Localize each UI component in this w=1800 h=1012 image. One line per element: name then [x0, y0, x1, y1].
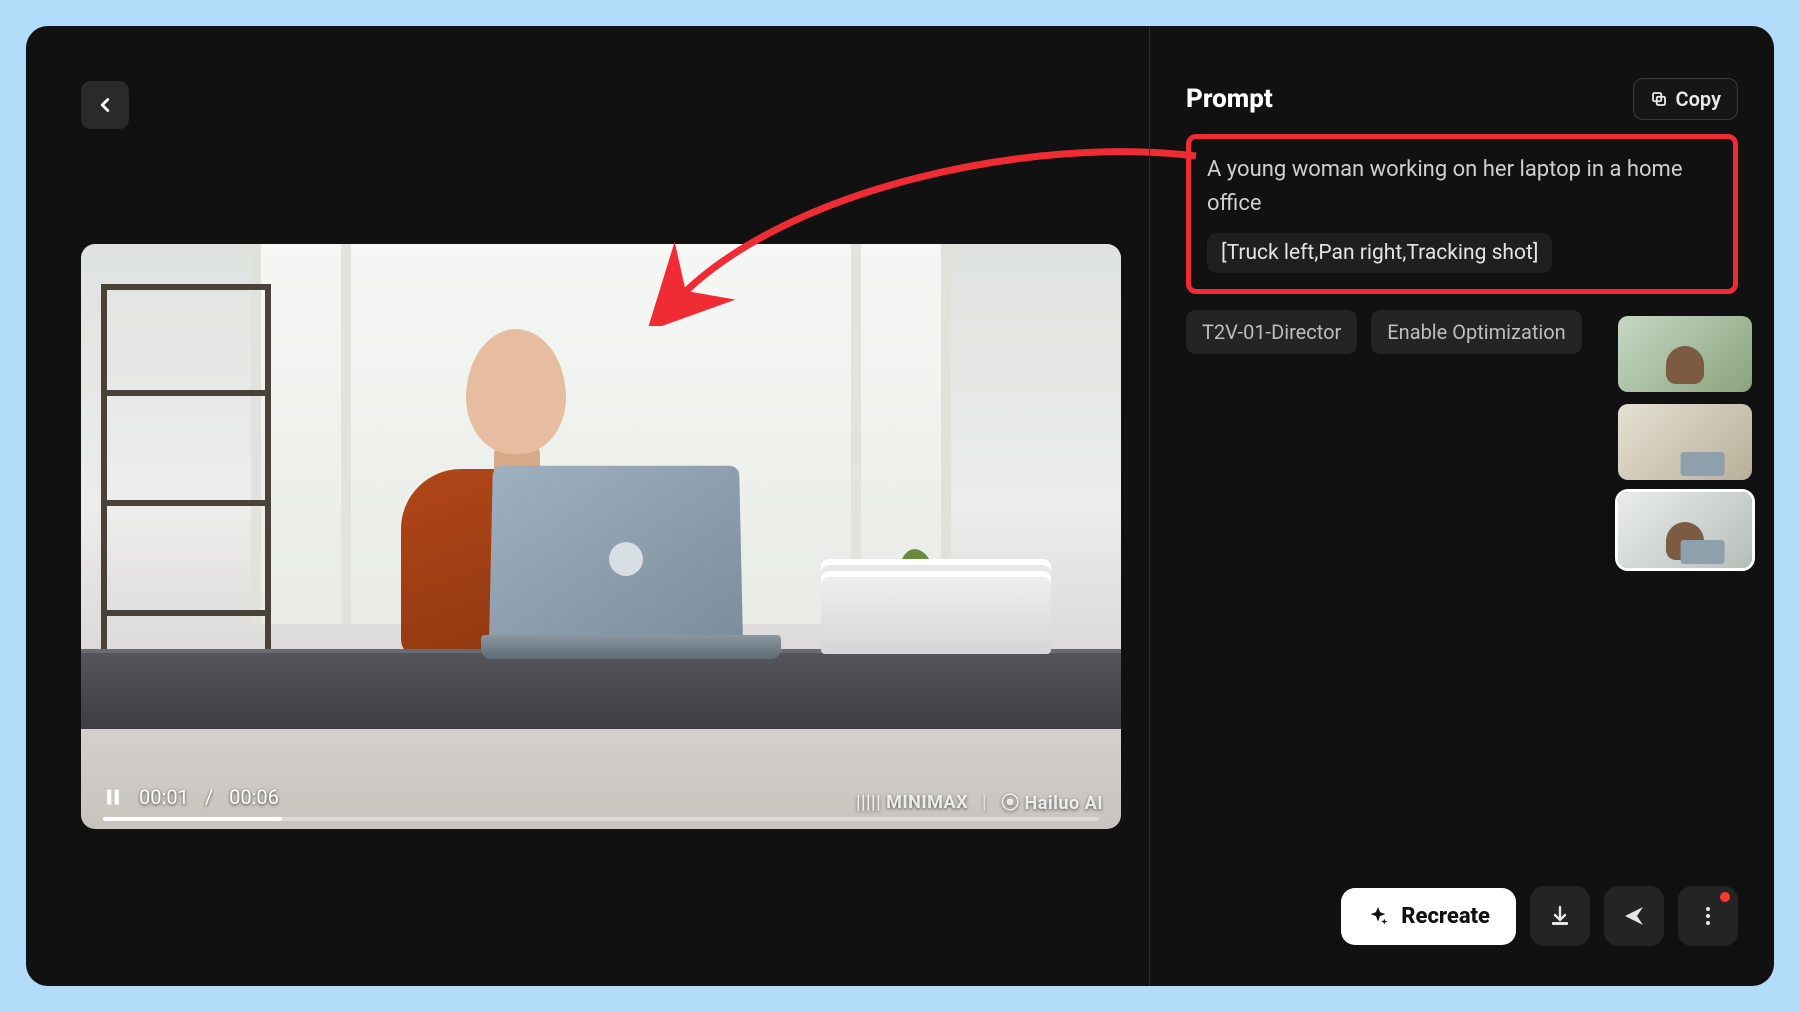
recreate-label: Recreate [1401, 904, 1490, 929]
download-button[interactable] [1530, 886, 1590, 946]
chevron-left-icon [94, 94, 116, 116]
download-icon [1548, 904, 1572, 928]
thumbnail-3[interactable] [1618, 492, 1752, 568]
more-vertical-icon [1696, 904, 1720, 928]
copy-icon [1650, 90, 1668, 108]
more-button[interactable] [1678, 886, 1738, 946]
sparkle-icon [1367, 905, 1389, 927]
pause-icon[interactable] [103, 786, 123, 808]
tag-optimization[interactable]: Enable Optimization [1371, 310, 1581, 354]
scene-desk [81, 649, 1121, 729]
tag-model[interactable]: T2V-01-Director [1186, 310, 1357, 354]
panel-title: Prompt [1186, 84, 1273, 114]
scene-papers [821, 559, 1051, 654]
app-card: 00:01 / 00:06 ||||| MINIMAX | ⦿ Hailuo A… [26, 26, 1774, 986]
notification-dot-icon [1720, 892, 1730, 902]
video-watermark: ||||| MINIMAX | ⦿ Hailuo AI [856, 789, 1103, 815]
watermark-hailuo: ⦿ Hailuo AI [1001, 789, 1103, 815]
recreate-button[interactable]: Recreate [1341, 888, 1516, 945]
video-current-time: 00:01 [139, 785, 189, 809]
bottom-controls: Recreate [1341, 886, 1738, 946]
prompt-panel: Prompt Copy A young woman working on her… [1149, 26, 1774, 986]
prompt-highlight-box: A young woman working on her laptop in a… [1186, 134, 1738, 294]
video-duration: 00:06 [229, 785, 279, 809]
copy-label: Copy [1676, 87, 1721, 111]
thumbnail-2[interactable] [1618, 404, 1752, 480]
video-progress[interactable] [103, 817, 1099, 821]
video-preview[interactable]: 00:01 / 00:06 ||||| MINIMAX | ⦿ Hailuo A… [81, 244, 1121, 829]
watermark-minimax: ||||| MINIMAX [856, 792, 968, 813]
scene-laptop [481, 459, 771, 659]
thumbnail-1[interactable] [1618, 316, 1752, 392]
copy-button[interactable]: Copy [1633, 78, 1738, 120]
share-button[interactable] [1604, 886, 1664, 946]
thumbnail-list [1618, 316, 1752, 568]
camera-moves-chip: [Truck left,Pan right,Tracking shot] [1207, 233, 1552, 273]
prompt-text: A young woman working on her laptop in a… [1207, 153, 1717, 221]
video-time-separator: / [205, 785, 213, 809]
share-icon [1622, 904, 1646, 928]
back-button[interactable] [81, 81, 129, 129]
